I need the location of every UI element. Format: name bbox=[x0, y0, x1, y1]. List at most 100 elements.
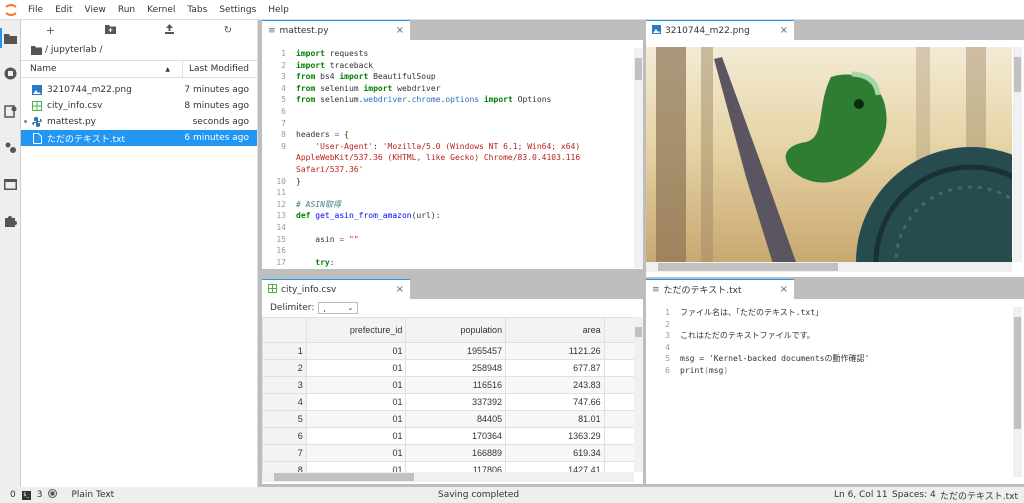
table-cell[interactable]: 116516 bbox=[405, 376, 507, 394]
file-mode[interactable]: Plain Text bbox=[71, 490, 114, 500]
file-item-png[interactable]: 3210744_m22.png 7 minutes ago bbox=[21, 82, 257, 98]
row-header[interactable]: 4 bbox=[262, 393, 307, 411]
horizontal-scrollbar[interactable] bbox=[646, 262, 1012, 272]
row-header[interactable]: 8 bbox=[262, 461, 307, 472]
table-cell[interactable]: 81.01 bbox=[505, 410, 605, 428]
refresh-icon[interactable]: ↻ bbox=[224, 25, 232, 36]
file-modified: 6 minutes ago bbox=[184, 133, 249, 143]
close-icon[interactable]: × bbox=[396, 25, 404, 36]
empty-column bbox=[603, 317, 634, 343]
empty-cell bbox=[603, 359, 634, 377]
file-name: city_info.csv bbox=[47, 101, 103, 111]
menu-settings[interactable]: Settings bbox=[213, 0, 262, 20]
table-cell[interactable]: 1955457 bbox=[405, 342, 507, 360]
table-cell[interactable]: 01 bbox=[305, 410, 407, 428]
table-cell[interactable]: 747.66 bbox=[505, 393, 605, 411]
table-cell[interactable]: 01 bbox=[305, 342, 407, 360]
sort-ascending-icon: ▲ bbox=[165, 65, 170, 73]
csv-grid[interactable]: prefecture_id population area 1 01 1955457… bbox=[262, 317, 634, 472]
table-cell[interactable]: 337392 bbox=[405, 393, 507, 411]
row-header[interactable]: 6 bbox=[262, 427, 307, 445]
tab-mattest-py[interactable]: ≡ mattest.py × bbox=[262, 20, 410, 40]
close-icon[interactable]: × bbox=[780, 25, 788, 36]
upload-icon[interactable] bbox=[165, 23, 175, 37]
kernel-count[interactable]: 0 bbox=[10, 490, 16, 500]
close-icon[interactable]: × bbox=[396, 284, 404, 295]
terminal-count[interactable]: 3 bbox=[37, 490, 43, 500]
table-cell[interactable]: 01 bbox=[305, 427, 407, 445]
table-cell[interactable]: 01 bbox=[305, 359, 407, 377]
delimiter-value: , bbox=[323, 303, 326, 313]
menu-edit[interactable]: Edit bbox=[49, 0, 78, 20]
scrollbar-thumb[interactable] bbox=[635, 327, 642, 337]
horizontal-scrollbar[interactable] bbox=[262, 472, 634, 482]
column-header[interactable]: area bbox=[505, 317, 605, 343]
tab-city-info-csv[interactable]: city_info.csv × bbox=[262, 279, 410, 299]
scrollbar-thumb[interactable] bbox=[635, 58, 642, 80]
table-cell[interactable]: 01 bbox=[305, 393, 407, 411]
tab-text-file[interactable]: ≡ ただのテキスト.txt × bbox=[646, 279, 794, 299]
code-editor[interactable]: 123456 ファイル名は、「ただのテキスト.txt」 これはただのテキストファ… bbox=[646, 307, 1012, 477]
table-cell[interactable]: 258948 bbox=[405, 359, 507, 377]
table-cell[interactable]: 84405 bbox=[405, 410, 507, 428]
file-item-txt[interactable]: ただのテキスト.txt 6 minutes ago bbox=[21, 130, 257, 146]
menu-run[interactable]: Run bbox=[112, 0, 141, 20]
table-cell[interactable]: 01 bbox=[305, 444, 407, 462]
folder-icon[interactable] bbox=[3, 31, 17, 45]
tabs-icon[interactable] bbox=[3, 177, 17, 191]
vertical-scrollbar[interactable] bbox=[1013, 307, 1022, 477]
row-header[interactable]: 5 bbox=[262, 410, 307, 428]
breadcrumb-path[interactable]: / jupyterlab / bbox=[45, 45, 103, 55]
vertical-scrollbar[interactable] bbox=[634, 317, 643, 472]
row-header[interactable]: 3 bbox=[262, 376, 307, 394]
commands-icon[interactable] bbox=[3, 104, 17, 118]
new-launcher-icon[interactable]: + bbox=[46, 24, 55, 37]
column-header[interactable]: population bbox=[405, 317, 507, 343]
menu-tabs[interactable]: Tabs bbox=[181, 0, 213, 20]
table-cell[interactable]: 166889 bbox=[405, 444, 507, 462]
table-cell[interactable]: 1121.26 bbox=[505, 342, 605, 360]
table-cell[interactable]: 117806 bbox=[405, 461, 507, 472]
tab-label: 3210744_m22.png bbox=[665, 25, 750, 36]
empty-cell bbox=[603, 342, 634, 360]
table-row: 5 01 84405 81.01 bbox=[262, 410, 634, 428]
table-cell[interactable]: 1363.29 bbox=[505, 427, 605, 445]
column-header[interactable]: prefecture_id bbox=[305, 317, 407, 343]
vertical-scrollbar[interactable] bbox=[634, 48, 643, 268]
row-header[interactable]: 7 bbox=[262, 444, 307, 462]
table-cell[interactable]: 01 bbox=[305, 376, 407, 394]
close-icon[interactable]: × bbox=[780, 284, 788, 295]
table-cell[interactable]: 1427.41 bbox=[505, 461, 605, 472]
file-item-csv[interactable]: city_info.csv 8 minutes ago bbox=[21, 98, 257, 114]
tab-image-png[interactable]: 3210744_m22.png × bbox=[646, 20, 794, 40]
extension-icon[interactable] bbox=[3, 213, 17, 227]
scrollbar-thumb[interactable] bbox=[658, 263, 838, 271]
table-row: 2 01 258948 677.87 bbox=[262, 359, 634, 377]
menu-help[interactable]: Help bbox=[262, 0, 295, 20]
running-icon[interactable] bbox=[3, 66, 17, 80]
cursor-position[interactable]: Ln 6, Col 11 bbox=[834, 490, 888, 500]
new-folder-icon[interactable] bbox=[104, 24, 116, 37]
menu-kernel[interactable]: Kernel bbox=[141, 0, 181, 20]
menu-file[interactable]: File bbox=[22, 0, 49, 20]
empty-cell bbox=[603, 444, 634, 462]
file-item-py[interactable]: mattest.py seconds ago bbox=[21, 114, 257, 130]
column-name[interactable]: Name ▲ bbox=[21, 61, 183, 77]
scrollbar-thumb[interactable] bbox=[1014, 57, 1021, 92]
column-last-modified[interactable]: Last Modified bbox=[183, 64, 257, 74]
table-cell[interactable]: 677.87 bbox=[505, 359, 605, 377]
delimiter-select[interactable]: , ⌄ bbox=[318, 302, 359, 314]
table-cell[interactable]: 01 bbox=[305, 461, 407, 472]
indentation-setting[interactable]: Spaces: 4 bbox=[892, 490, 936, 500]
scrollbar-thumb[interactable] bbox=[274, 473, 414, 481]
row-header[interactable]: 1 bbox=[262, 342, 307, 360]
row-header[interactable]: 2 bbox=[262, 359, 307, 377]
table-cell[interactable]: 619.34 bbox=[505, 444, 605, 462]
vertical-scrollbar[interactable] bbox=[1013, 47, 1022, 262]
property-inspector-icon[interactable] bbox=[3, 140, 17, 154]
code-editor[interactable]: 1 2 3 4 5 6 7 8 9 10 11 12 13 14 15 16 17 import request… bbox=[262, 48, 634, 268]
table-cell[interactable]: 170364 bbox=[405, 427, 507, 445]
menu-view[interactable]: View bbox=[79, 0, 112, 20]
scrollbar-thumb[interactable] bbox=[1014, 317, 1021, 429]
table-cell[interactable]: 243.83 bbox=[505, 376, 605, 394]
